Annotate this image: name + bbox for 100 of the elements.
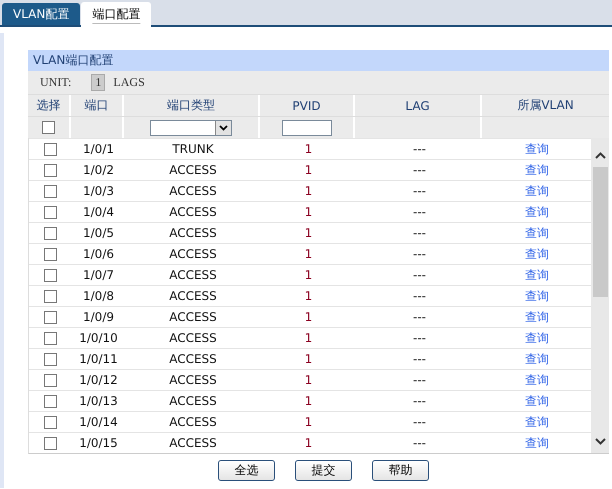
tab[interactable]: VLAN配置 [2,3,80,25]
column-header: PVID [292,98,321,112]
query-link[interactable]: 查询 [525,140,549,158]
lag-cell: --- [413,142,426,156]
pvid-cell: 1 [304,352,312,366]
query-link[interactable]: 查询 [525,162,549,178]
row-checkbox[interactable] [44,268,57,282]
row-checkbox[interactable] [44,352,57,366]
row-checkbox[interactable] [44,290,57,302]
select-all-checkbox[interactable] [42,121,55,134]
lag-cell: --- [413,163,426,177]
row-checkbox[interactable] [44,332,57,344]
pvid-input-field[interactable] [282,120,332,136]
port-cell: 1/0/4 [83,205,114,219]
row-checkbox[interactable] [44,206,57,218]
type-cell: ACCESS [169,163,217,177]
row-checkbox[interactable] [44,248,57,260]
column-header: 所属VLAN [517,97,574,114]
tab[interactable]: 端口配置 [81,2,152,27]
port-cell: 1/0/7 [83,268,114,282]
query-link[interactable]: 查询 [525,288,549,304]
port-cell: 1/0/3 [83,184,114,198]
chevron-up-icon [594,152,606,159]
type-cell: ACCESS [169,436,217,450]
query-link[interactable]: 查询 [525,330,549,346]
query-link[interactable]: 查询 [525,308,549,326]
port-cell: 1/0/14 [79,415,118,429]
query-link[interactable]: 查询 [525,392,549,410]
lag-cell: --- [413,184,426,198]
query-link[interactable]: 查询 [525,372,549,388]
column-header: 端口 [84,97,108,114]
query-link[interactable]: 查询 [525,182,549,200]
query-link[interactable]: 查询 [525,266,549,284]
row-checkbox[interactable] [44,226,57,240]
row-checkbox[interactable] [44,436,57,450]
query-link[interactable]: 查询 [525,434,549,452]
type-cell: TRUNK [172,142,214,156]
pvid-cell: 1 [304,436,312,450]
type-cell: ACCESS [169,289,217,303]
port-cell: 1/0/11 [79,352,118,366]
row-checkbox[interactable] [44,374,57,386]
pvid-cell: 1 [304,373,312,387]
action-button[interactable]: 帮助 [372,460,429,481]
port-cell: 1/0/10 [79,331,118,345]
lag-cell: --- [413,415,426,429]
column-header: 端口类型 [167,97,215,114]
pvid-cell: 1 [304,268,312,282]
lag-cell: --- [413,289,426,303]
type-cell: ACCESS [169,415,217,429]
query-link[interactable]: 查询 [525,246,549,262]
port-cell: 1/0/15 [79,436,118,450]
type-cell: ACCESS [169,373,217,387]
port-cell: 1/0/12 [79,373,118,387]
panel-title: VLAN端口配置 [28,50,609,71]
query-link[interactable]: 查询 [525,350,549,368]
query-link[interactable]: 查询 [525,414,549,430]
pvid-cell: 1 [304,289,312,303]
pvid-cell: 1 [304,310,312,324]
lag-cell: --- [413,436,426,450]
pvid-cell: 1 [304,247,312,261]
type-cell: ACCESS [169,226,217,240]
lag-cell: --- [413,394,426,408]
unit-button[interactable]: 1 [91,74,106,91]
pvid-cell: 1 [304,394,312,408]
row-checkbox[interactable] [44,394,57,408]
column-header: 选择 [36,97,60,114]
port-cell: 1/0/1 [83,142,114,156]
row-checkbox[interactable] [44,142,57,156]
type-cell: ACCESS [169,205,217,219]
pvid-cell: 1 [304,226,312,240]
chevron-down-icon [215,120,231,134]
type-dropdown[interactable] [150,120,232,136]
pvid-cell: 1 [304,163,312,177]
row-checkbox[interactable] [44,184,57,198]
type-cell: ACCESS [169,352,217,366]
lag-cell: --- [413,247,426,261]
lag-cell: --- [413,310,426,324]
type-cell: ACCESS [169,331,217,345]
lag-cell: --- [413,373,426,387]
action-button[interactable]: 全选 [218,460,275,481]
unit-label: UNIT: [40,75,72,90]
lag-cell: --- [413,205,426,219]
action-button[interactable]: 提交 [295,460,352,481]
query-link[interactable]: 查询 [525,204,549,220]
lag-cell: --- [413,226,426,240]
type-cell: ACCESS [169,184,217,198]
lags-label: LAGS [113,75,145,90]
lag-cell: --- [413,352,426,366]
row-checkbox[interactable] [44,310,57,324]
pvid-cell: 1 [304,415,312,429]
row-checkbox[interactable] [44,416,57,428]
scrollbar[interactable] [591,138,609,453]
column-header: LAG [405,98,430,112]
row-checkbox[interactable] [44,164,57,176]
lag-cell: --- [413,268,426,282]
port-cell: 1/0/13 [79,394,118,408]
chevron-down-icon [594,438,606,445]
query-link[interactable]: 查询 [525,224,549,242]
type-cell: ACCESS [169,394,217,408]
pvid-cell: 1 [304,184,312,198]
